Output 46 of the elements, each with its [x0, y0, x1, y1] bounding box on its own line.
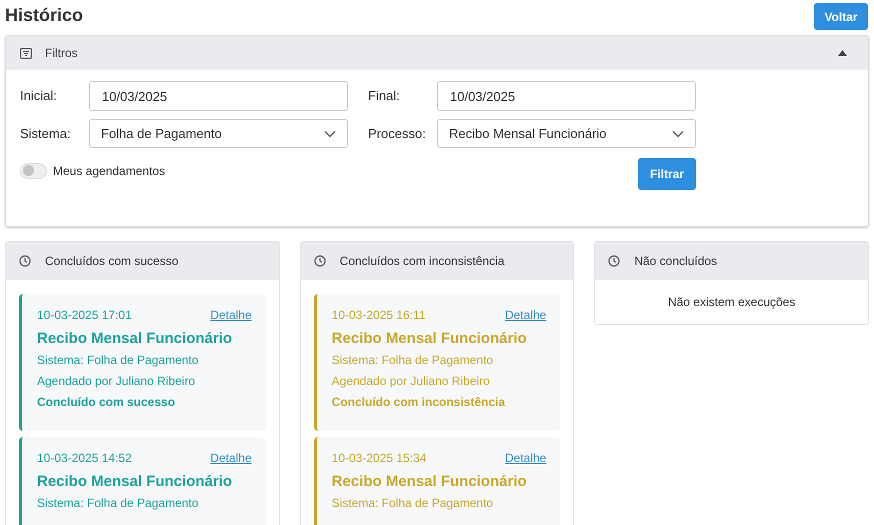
- clock-icon: [314, 255, 326, 267]
- process-name: Recibo Mensal Funcionário: [37, 329, 234, 349]
- chevron-down-icon: [672, 130, 684, 138]
- date-input-field[interactable]: 10/03/2025: [437, 81, 696, 111]
- page-title: Histórico: [5, 5, 84, 25]
- scheduled-by-text: Agendado por Juliano Ribeiro: [37, 373, 196, 389]
- column-title: Concluídos com sucesso: [45, 253, 178, 270]
- system-text: Sistema: Folha de Pagamento: [332, 495, 494, 511]
- clock-icon: [19, 255, 31, 267]
- field-label: Processo:: [368, 124, 427, 143]
- column-title: Não concluídos: [634, 253, 718, 270]
- column-title: Concluídos com inconsistência: [340, 253, 504, 270]
- system-text: Sistema: Folha de Pagamento: [332, 352, 494, 368]
- detail-link[interactable]: Detalhe: [504, 450, 546, 466]
- system-text: Sistema: Folha de Pagamento: [37, 352, 200, 368]
- field-label: Final:: [368, 87, 401, 106]
- execution-time: 10-03-2025 17:01: [37, 307, 132, 323]
- filters-title: Filtros: [45, 45, 79, 62]
- system-text: Sistema: Folha de Pagamento: [37, 495, 200, 511]
- filter-button[interactable]: Filtrar: [638, 158, 696, 190]
- execution-time: 10-03-2025 15:34: [332, 450, 426, 466]
- select-field[interactable]: Folha de Pagamento: [89, 119, 348, 148]
- collapse-caret-icon[interactable]: [838, 50, 847, 56]
- detail-link[interactable]: Detalhe: [210, 450, 252, 466]
- process-name: Recibo Mensal Funcionário: [332, 329, 528, 349]
- filters-header[interactable]: Filtros: [6, 36, 868, 70]
- date-input-field[interactable]: 10/03/2025: [89, 81, 348, 111]
- scheduled-by-text: Agendado por Juliano Ribeiro: [332, 373, 491, 389]
- back-button[interactable]: Voltar: [814, 3, 868, 30]
- process-name: Recibo Mensal Funcionário: [37, 472, 234, 492]
- field-label: Sistema:: [20, 124, 72, 143]
- select-field[interactable]: Recibo Mensal Funcionário: [437, 119, 696, 148]
- filter-icon: [20, 48, 32, 58]
- toggle-label: Meus agendamentos: [53, 162, 166, 180]
- detail-link[interactable]: Detalhe: [210, 307, 252, 323]
- detail-link[interactable]: Detalhe: [504, 307, 546, 323]
- toggle-switch[interactable]: [20, 162, 47, 178]
- process-name: Recibo Mensal Funcionário: [332, 472, 528, 492]
- chevron-down-icon: [324, 130, 336, 138]
- status-text: Concluído com inconsistência: [332, 394, 506, 410]
- clock-icon: [608, 255, 620, 267]
- execution-time: 10-03-2025 14:52: [37, 450, 132, 466]
- status-text: Concluído com sucesso: [37, 394, 176, 410]
- field-label: Inicial:: [20, 87, 58, 106]
- execution-time: 10-03-2025 16:11: [332, 307, 426, 323]
- empty-message: Não existem execuções: [666, 294, 796, 311]
